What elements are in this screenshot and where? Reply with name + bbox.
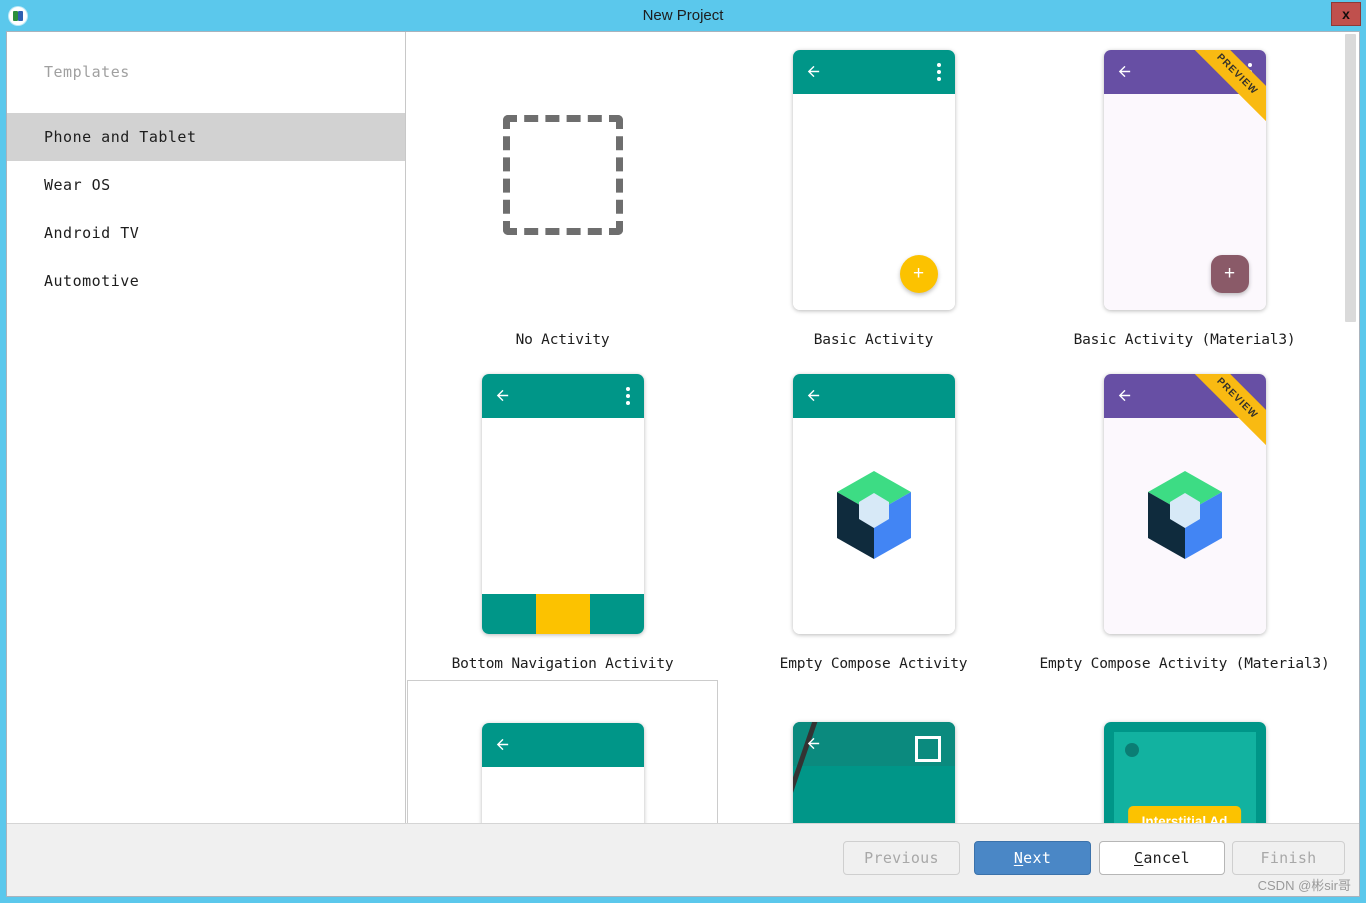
ad-frame: Interstitial Ad xyxy=(1103,722,1266,825)
template-label: Empty Compose Activity xyxy=(779,656,968,672)
nav-segment xyxy=(589,594,644,634)
scrollbar-thumb[interactable] xyxy=(1345,34,1356,322)
template-card-bottom-navigation-activity[interactable]: Bottom Navigation Activity xyxy=(407,356,718,680)
template-card-basic-activity[interactable]: + Basic Activity xyxy=(718,32,1029,356)
next-button-label: ext xyxy=(1023,849,1052,867)
template-thumbnail xyxy=(718,680,1029,825)
watermark-text: CSDN @彬sir哥 xyxy=(1257,878,1351,893)
finish-button-label: Finish xyxy=(1260,849,1317,867)
sidebar-item-wear-os[interactable]: Wear OS xyxy=(7,161,405,209)
app-bar xyxy=(481,374,644,418)
back-arrow-icon xyxy=(494,736,511,753)
template-card-fullscreen-activity[interactable] xyxy=(718,680,1029,825)
phone-mock xyxy=(792,374,955,634)
phone-mock xyxy=(481,723,644,825)
phone-mock: + xyxy=(792,50,955,310)
template-thumbnail: + xyxy=(718,32,1029,318)
app-bar xyxy=(792,374,955,418)
sidebar-item-phone-and-tablet[interactable]: Phone and Tablet xyxy=(7,113,405,161)
sidebar-item-label: Android TV xyxy=(44,224,140,242)
title-bar: New Project x xyxy=(0,0,1366,31)
floating-action-button-icon: + xyxy=(1210,255,1249,293)
template-label: Bottom Navigation Activity xyxy=(451,656,674,672)
templates-sidebar: Templates Phone and Tablet Wear OS Andro… xyxy=(7,32,406,825)
app-content-area xyxy=(792,722,955,825)
back-arrow-icon xyxy=(1116,387,1133,404)
close-icon: x xyxy=(1342,6,1350,22)
next-button-mnemonic: N xyxy=(1013,849,1024,867)
fullscreen-icon xyxy=(914,736,941,762)
template-thumbnail: PREVIEW xyxy=(1029,356,1340,642)
cancel-button-mnemonic: C xyxy=(1134,849,1144,867)
sidebar-item-label: Wear OS xyxy=(44,176,111,194)
ad-content-area: Interstitial Ad xyxy=(1113,732,1256,825)
close-button[interactable]: x xyxy=(1331,2,1361,26)
back-arrow-icon xyxy=(805,735,822,752)
template-thumbnail xyxy=(407,32,718,318)
phone-mock: Interstitial Ad xyxy=(1103,722,1266,825)
cancel-button[interactable]: Cancel xyxy=(1099,841,1225,875)
template-thumbnail: + PREVIEW xyxy=(1029,32,1340,318)
new-project-dialog-window: New Project x Templates Phone and Tablet… xyxy=(0,0,1366,903)
template-thumbnail xyxy=(407,356,718,642)
close-dot-icon xyxy=(1124,743,1139,757)
app-bar xyxy=(481,723,644,767)
template-card-basic-activity-material3[interactable]: + PREVIEW Basic Activity (Material3) xyxy=(1029,32,1340,356)
dialog-content: Templates Phone and Tablet Wear OS Andro… xyxy=(7,32,1359,825)
template-label: Empty Compose Activity (Material3) xyxy=(1039,656,1330,672)
template-card-no-activity[interactable]: No Activity xyxy=(407,32,718,356)
overflow-menu-icon xyxy=(936,63,941,81)
window-title: New Project xyxy=(642,7,724,24)
jetpack-compose-cube-icon xyxy=(1147,471,1222,559)
cancel-button-label: ancel xyxy=(1143,849,1190,867)
template-thumbnail: Interstitial Ad xyxy=(1029,680,1340,825)
dialog-body: Templates Phone and Tablet Wear OS Andro… xyxy=(6,31,1360,897)
jetpack-compose-cube-icon xyxy=(836,471,911,559)
back-arrow-icon xyxy=(1116,63,1133,80)
sidebar-header: Templates xyxy=(44,63,130,81)
dialog-footer: Previous Next Cancel Finish CSDN @彬sir哥 xyxy=(7,823,1359,896)
previous-button-label: Previous xyxy=(864,849,939,867)
phone-mock: + PREVIEW xyxy=(1103,50,1266,310)
bottom-navigation-bar xyxy=(481,594,644,634)
template-card-empty-compose-activity[interactable]: Empty Compose Activity xyxy=(718,356,1029,680)
template-label: Basic Activity xyxy=(813,332,934,348)
next-button[interactable]: Next xyxy=(974,841,1091,875)
app-bar xyxy=(792,50,955,94)
phone-mock: PREVIEW xyxy=(1103,374,1266,634)
template-grid-scroll-area: No Activity + Basic Activity + PREVIEW B… xyxy=(407,32,1359,825)
template-label: No Activity xyxy=(515,332,610,348)
overflow-menu-icon xyxy=(625,387,630,405)
back-arrow-icon xyxy=(805,387,822,404)
sidebar-item-automotive[interactable]: Automotive xyxy=(7,257,405,305)
floating-action-button-icon: + xyxy=(899,255,938,293)
template-card-empty-compose-activity-material3[interactable]: PREVIEW Empty Compose Activity (Material… xyxy=(1029,356,1340,680)
back-arrow-icon xyxy=(494,387,511,404)
nav-segment xyxy=(481,594,536,634)
template-thumbnail xyxy=(408,681,717,825)
phone-mock xyxy=(481,374,644,634)
phone-mock xyxy=(792,722,955,825)
template-card-interstitial-ad-activity[interactable]: Interstitial Ad xyxy=(1029,680,1340,825)
sidebar-item-label: Automotive xyxy=(44,272,140,290)
nav-segment-active xyxy=(535,594,590,634)
template-label: Basic Activity (Material3) xyxy=(1073,332,1296,348)
template-thumbnail xyxy=(718,356,1029,642)
back-arrow-icon xyxy=(805,63,822,80)
sidebar-item-android-tv[interactable]: Android TV xyxy=(7,209,405,257)
sidebar-item-label: Phone and Tablet xyxy=(44,128,197,146)
finish-button: Finish xyxy=(1232,841,1345,875)
app-content-area xyxy=(481,767,644,825)
dashed-square-icon xyxy=(502,115,623,235)
template-card-row3-first[interactable] xyxy=(407,680,718,825)
template-grid-scrollbar[interactable] xyxy=(1345,33,1356,824)
previous-button: Previous xyxy=(843,841,960,875)
